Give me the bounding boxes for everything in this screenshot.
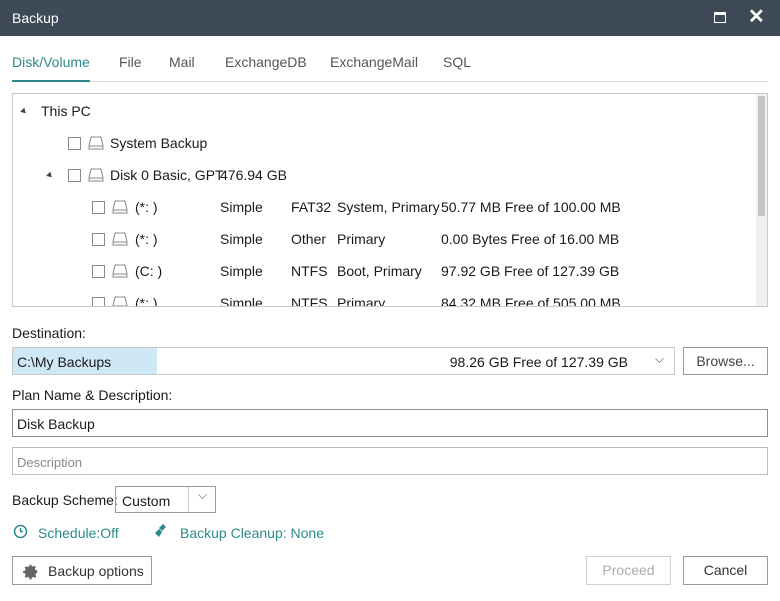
backup-options-button[interactable]: Backup options — [12, 556, 152, 585]
schedule-link[interactable]: Schedule:Off — [38, 525, 119, 541]
tab-mail[interactable]: Mail — [169, 54, 195, 82]
partition-flags: System, Primary — [337, 199, 440, 215]
title-bar: Backup ✕ — [0, 0, 780, 36]
backup-options-label: Backup options — [48, 563, 144, 579]
chevron-down-icon[interactable] — [198, 490, 207, 499]
disk-icon — [88, 136, 104, 150]
partition-space: 50.77 MB Free of 100.00 MB — [441, 199, 621, 215]
destination-select[interactable]: C:\My Backups 98.26 GB Free of 127.39 GB — [12, 347, 675, 375]
partition-icon — [112, 232, 128, 246]
scheme-value: Custom — [122, 493, 171, 509]
partition-icon — [112, 296, 128, 306]
cleanup-link[interactable]: Backup Cleanup: None — [180, 525, 324, 541]
partition-flags: Boot, Primary — [337, 263, 422, 279]
gear-icon — [23, 564, 38, 580]
partition-fs: Other — [291, 231, 327, 247]
source-tree: This PC System Backup Disk 0 Basic, GPT … — [12, 93, 768, 307]
browse-button[interactable]: Browse... — [683, 347, 768, 375]
tree-row-disk0: Disk 0 Basic, GPT 476.94 GB — [13, 167, 757, 187]
partition-name: (*: ) — [135, 295, 158, 307]
partition-fs: FAT32 — [291, 199, 332, 215]
destination-path: C:\My Backups — [17, 354, 112, 370]
checkbox[interactable] — [68, 137, 81, 150]
partition-name: (C: ) — [135, 263, 163, 279]
plan-name-value: Disk Backup — [17, 416, 95, 432]
scrollbar-thumb[interactable] — [758, 96, 765, 216]
partition-row: (C: ) Simple NTFS Boot, Primary 97.92 GB… — [13, 263, 757, 283]
partition-type: Simple — [220, 231, 263, 247]
partition-name: (*: ) — [135, 199, 158, 215]
proceed-button[interactable]: Proceed — [586, 556, 671, 585]
partition-name: (*: ) — [135, 231, 158, 247]
checkbox[interactable] — [92, 265, 105, 278]
partition-space: 84.32 MB Free of 505.00 MB — [441, 295, 621, 307]
partition-row: (*: ) Simple Other Primary 0.00 Bytes Fr… — [13, 231, 757, 251]
cancel-button[interactable]: Cancel — [683, 556, 768, 585]
tree-row-system-backup: System Backup — [13, 135, 757, 155]
partition-type: Simple — [220, 199, 263, 215]
disk-icon — [88, 168, 104, 182]
disk-name: Disk 0 Basic, GPT — [110, 167, 224, 183]
expand-icon[interactable] — [20, 107, 28, 116]
partition-fs: NTFS — [291, 295, 328, 307]
partition-row: (*: ) Simple NTFS Primary 84.32 MB Free … — [13, 295, 757, 307]
plan-name-field[interactable]: Disk Backup — [12, 409, 768, 437]
destination-label: Destination: — [12, 325, 86, 341]
partition-fs: NTFS — [291, 263, 328, 279]
checkbox[interactable] — [92, 201, 105, 214]
close-icon[interactable]: ✕ — [748, 6, 765, 28]
tab-sql[interactable]: SQL — [443, 54, 471, 82]
chevron-down-icon[interactable] — [655, 354, 664, 363]
scheme-label: Backup Scheme: — [12, 492, 118, 508]
tree-label-this-pc: This PC — [41, 103, 91, 119]
tab-exchangedb[interactable]: ExchangeDB — [225, 54, 307, 82]
tree-row-this-pc: This PC — [13, 103, 757, 123]
plan-description-field[interactable]: Description — [12, 447, 768, 475]
checkbox[interactable] — [92, 233, 105, 246]
destination-free-space: 98.26 GB Free of 127.39 GB — [449, 354, 628, 370]
disk-size: 476.94 GB — [220, 167, 287, 183]
partition-flags: Primary — [337, 231, 386, 247]
partition-flags: Primary — [337, 295, 386, 307]
scheme-select[interactable]: Custom — [115, 486, 216, 513]
tab-bar: Disk/Volume File Mail ExchangeDB Exchang… — [12, 54, 768, 82]
partition-icon — [112, 200, 128, 214]
divider — [188, 487, 189, 512]
tree-label-system-backup: System Backup — [110, 135, 208, 151]
window-title: Backup — [12, 10, 59, 26]
partition-row: (*: ) Simple FAT32 System, Primary 50.77… — [13, 199, 757, 219]
partition-type: Simple — [220, 295, 263, 307]
description-placeholder: Description — [17, 455, 83, 470]
partition-type: Simple — [220, 263, 263, 279]
checkbox[interactable] — [68, 169, 81, 182]
broom-icon — [155, 524, 166, 537]
expand-icon[interactable] — [46, 171, 54, 180]
tab-file[interactable]: File — [119, 54, 142, 82]
partition-icon — [112, 264, 128, 278]
partition-space: 0.00 Bytes Free of 16.00 MB — [441, 231, 620, 247]
tab-exchangemail[interactable]: ExchangeMail — [330, 54, 418, 82]
checkbox[interactable] — [92, 297, 105, 306]
tree-scrollbar[interactable] — [756, 94, 767, 306]
tab-disk-volume[interactable]: Disk/Volume — [12, 54, 90, 82]
clock-icon — [13, 524, 28, 539]
plan-label: Plan Name & Description: — [12, 387, 173, 403]
maximize-icon[interactable] — [714, 12, 726, 23]
partition-space: 97.92 GB Free of 127.39 GB — [441, 263, 620, 279]
